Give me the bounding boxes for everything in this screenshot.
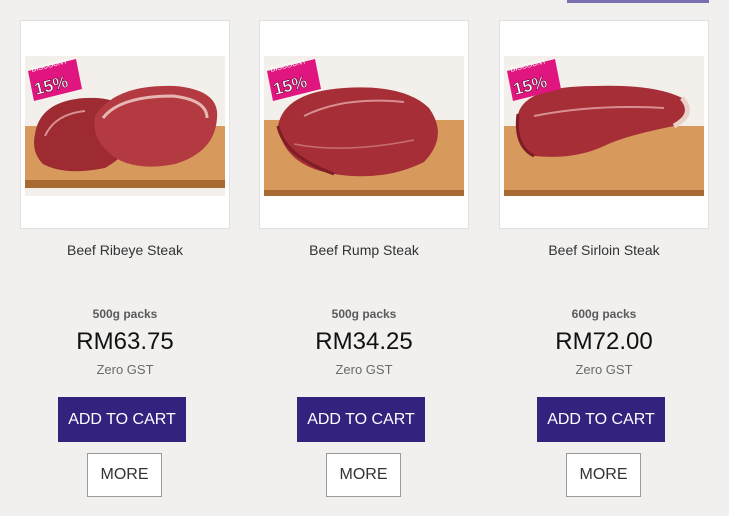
add-to-cart-button[interactable]: ADD TO CART [297, 397, 425, 442]
product-image-frame[interactable]: DISCOUNT 15% [499, 20, 709, 229]
product-price: RM63.75 [76, 328, 174, 355]
product-card-sirloin: DISCOUNT 15% Beef Sirloin Steak 600g pac… [499, 20, 709, 497]
pack-size: 500g packs [92, 307, 158, 321]
product-price: RM34.25 [315, 328, 413, 355]
product-name[interactable]: Beef Sirloin Steak [479, 242, 729, 258]
discount-badge: DISCOUNT 15% [26, 57, 84, 105]
gst-note: Zero GST [96, 362, 154, 377]
product-name[interactable]: Beef Rump Steak [239, 242, 489, 258]
product-image-frame[interactable]: DISCOUNT 15% [259, 20, 469, 229]
more-button[interactable]: MORE [566, 453, 641, 497]
more-button[interactable]: MORE [326, 453, 401, 497]
pack-size: 500g packs [331, 307, 397, 321]
gst-note: Zero GST [335, 362, 393, 377]
product-price: RM72.00 [555, 328, 653, 355]
top-accent-bar [567, 0, 709, 3]
gst-note: Zero GST [575, 362, 633, 377]
discount-badge: DISCOUNT 15% [265, 57, 323, 105]
discount-badge: DISCOUNT 15% [505, 57, 563, 105]
more-button[interactable]: MORE [87, 453, 162, 497]
add-to-cart-button[interactable]: ADD TO CART [537, 397, 665, 442]
product-image-frame[interactable]: DISCOUNT 15% [20, 20, 230, 229]
product-card-ribeye: DISCOUNT 15% Beef Ribeye Steak 500g pack… [20, 20, 230, 497]
add-to-cart-button[interactable]: ADD TO CART [58, 397, 186, 442]
pack-size: 600g packs [571, 307, 637, 321]
product-name[interactable]: Beef Ribeye Steak [0, 242, 250, 258]
product-card-rump: DISCOUNT 15% Beef Rump Steak 500g packs … [259, 20, 469, 497]
